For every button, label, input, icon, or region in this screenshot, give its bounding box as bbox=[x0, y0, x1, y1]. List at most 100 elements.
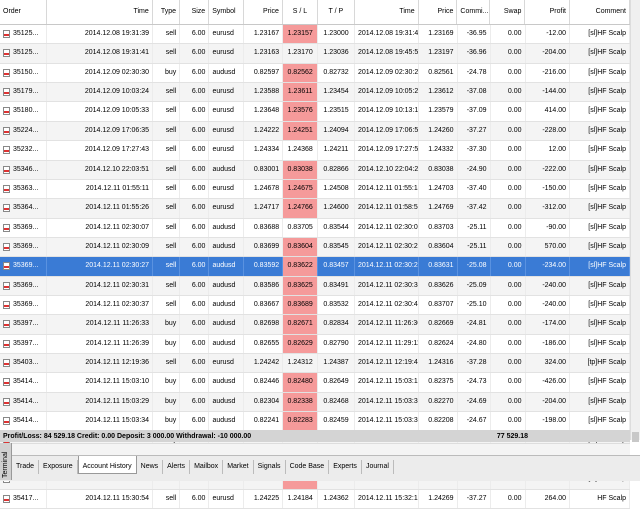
column-header[interactable]: Swap bbox=[490, 0, 526, 24]
cell-size: 6.00 bbox=[180, 276, 210, 296]
table-row[interactable]: 35346... 2014.12.10 22:03:51 sell 6.00 audus… bbox=[0, 160, 631, 180]
trade-icon bbox=[3, 494, 10, 503]
cell-profit: -90.00 bbox=[526, 218, 571, 237]
summary-label: Profit/Loss: 84 529.18 Credit: 0.00 Depo… bbox=[3, 432, 252, 440]
tab-alerts[interactable]: Alerts bbox=[163, 460, 191, 474]
column-header[interactable]: T / P bbox=[318, 0, 355, 24]
column-header[interactable]: S / L bbox=[283, 0, 318, 24]
column-header[interactable]: Time bbox=[355, 0, 419, 24]
cell-comment: [sl]HF Scalp bbox=[570, 199, 631, 218]
table-row[interactable]: 35403... 2014.12.11 12:19:36 sell 6.00 eurus… bbox=[0, 354, 631, 374]
trade-icon bbox=[3, 417, 10, 426]
tab-mailbox[interactable]: Mailbox bbox=[190, 460, 224, 474]
tab-market[interactable]: Market bbox=[223, 460, 254, 474]
table-row[interactable]: 35224... 2014.12.09 17:06:35 sell 6.00 eurus… bbox=[0, 121, 631, 142]
table-row[interactable]: 35414... 2014.12.11 15:03:29 buy 6.00 audusd… bbox=[0, 392, 631, 413]
horizontal-scrollbar[interactable] bbox=[12, 443, 630, 455]
table-row[interactable]: 35363... 2014.12.11 01:55:11 sell 6.00 eurus… bbox=[0, 179, 631, 200]
cell-sl: 0.83622 bbox=[283, 257, 319, 276]
cell-size: 6.00 bbox=[180, 373, 210, 392]
cell-tp: 1.23036 bbox=[318, 44, 355, 63]
cell-time: 2014.12.11 15:30:54 bbox=[47, 489, 154, 508]
column-header[interactable]: Size bbox=[180, 0, 210, 24]
cell-profit: 264.00 bbox=[526, 489, 571, 508]
cell-type: sell bbox=[153, 489, 181, 508]
cell-time: 2014.12.11 12:19:36 bbox=[47, 354, 154, 373]
table-row[interactable]: 35397... 2014.12.11 11:26:33 buy 6.00 audusd… bbox=[0, 315, 631, 335]
table-row[interactable]: 35369... 2014.12.11 02:30:07 sell 6.00 audus… bbox=[0, 218, 631, 238]
table-row[interactable]: 35369... 2014.12.11 02:30:37 sell 6.00 audus… bbox=[0, 296, 631, 316]
cell-tp: 1.24387 bbox=[318, 354, 355, 373]
cell-size: 6.00 bbox=[180, 237, 210, 257]
cell-cprice: 1.24269 bbox=[419, 489, 458, 508]
cell-size: 6.00 bbox=[180, 25, 210, 44]
tab-trade[interactable]: Trade bbox=[12, 460, 40, 474]
table-row[interactable]: 35417... 2014.12.11 15:30:54 sell 6.00 eurus… bbox=[0, 489, 631, 509]
tab-journal[interactable]: Journal bbox=[362, 460, 394, 474]
table-row[interactable]: 35369... 2014.12.11 02:30:09 sell 6.00 audus… bbox=[0, 237, 631, 258]
cell-size: 6.00 bbox=[180, 354, 210, 373]
table-row[interactable]: 35414... 2014.12.11 15:03:34 buy 6.00 audusd… bbox=[0, 412, 631, 432]
column-header[interactable]: Comment bbox=[570, 0, 630, 24]
column-header[interactable]: Type bbox=[153, 0, 181, 24]
cell-comment: [sl]HF Scalp bbox=[570, 160, 631, 179]
table-row[interactable]: 35232... 2014.12.09 17:27:43 sell 6.00 eurus… bbox=[0, 141, 631, 161]
cell-size: 6.00 bbox=[180, 489, 210, 508]
cell-ctime: 2014.12.10 22:04:24 bbox=[355, 160, 419, 179]
table-row[interactable]: 35369... 2014.12.11 02:30:27 sell 6.00 audus… bbox=[0, 257, 631, 277]
cell-tp: 0.82790 bbox=[318, 334, 355, 354]
tab-code-base[interactable]: Code Base bbox=[286, 460, 330, 474]
column-header[interactable]: Time bbox=[47, 0, 153, 24]
table-row[interactable]: 35414... 2014.12.11 15:03:10 buy 6.00 audusd… bbox=[0, 373, 631, 393]
cell-profit: -234.00 bbox=[526, 257, 571, 276]
column-header[interactable]: Price bbox=[244, 0, 283, 24]
cell-cprice: 1.23169 bbox=[419, 25, 458, 44]
table-row[interactable]: 35180... 2014.12.09 10:05:33 sell 6.00 eurus… bbox=[0, 102, 631, 122]
table-row[interactable]: 35179... 2014.12.09 10:03:24 sell 6.00 eurus… bbox=[0, 83, 631, 103]
terminal-side-label[interactable]: Terminal bbox=[0, 443, 12, 480]
tab-account-history[interactable]: Account History bbox=[77, 456, 137, 474]
cell-comment: [tp]HF Scalp bbox=[570, 354, 631, 373]
table-row[interactable]: 35150... 2014.12.09 02:30:30 buy 6.00 audusd… bbox=[0, 63, 631, 84]
vertical-scrollbar[interactable] bbox=[630, 0, 640, 442]
scrollbar-thumb[interactable] bbox=[632, 432, 639, 442]
cell-cprice: 0.82270 bbox=[419, 392, 458, 412]
cell-price: 1.24678 bbox=[244, 179, 284, 199]
cell-time: 2014.12.11 15:03:34 bbox=[47, 412, 154, 431]
column-header[interactable]: Order bbox=[0, 0, 47, 24]
cell-comment: [sl]HF Scalp bbox=[570, 25, 631, 44]
cell-ctime: 2014.12.11 15:03:32 bbox=[355, 412, 419, 431]
column-header[interactable]: Symbol bbox=[209, 0, 245, 24]
cell-tp: 0.83532 bbox=[318, 296, 355, 315]
trade-icon bbox=[3, 30, 10, 38]
cell-type: buy bbox=[153, 315, 181, 334]
table-row[interactable]: 35125... 2014.12.08 19:31:41 sell 6.00 eurus… bbox=[0, 44, 631, 64]
cell-tp: 1.24600 bbox=[318, 199, 355, 218]
column-header[interactable]: Commi... bbox=[457, 0, 491, 24]
table-row[interactable]: 35369... 2014.12.11 02:30:31 sell 6.00 audus… bbox=[0, 276, 631, 297]
cell-symbol: audusd bbox=[209, 160, 245, 179]
tab-exposure[interactable]: Exposure bbox=[39, 460, 78, 474]
tab-signals[interactable]: Signals bbox=[254, 460, 286, 474]
table-row[interactable]: 35125... 2014.12.08 19:31:39 sell 6.00 eurus… bbox=[0, 25, 631, 45]
table-row[interactable]: 35397... 2014.12.11 11:26:39 buy 6.00 audusd… bbox=[0, 334, 631, 355]
cell-swap: 0.00 bbox=[491, 276, 526, 296]
column-header[interactable]: Price bbox=[419, 0, 458, 24]
tab-experts[interactable]: Experts bbox=[329, 460, 362, 474]
cell-time: 2014.12.11 02:30:37 bbox=[47, 296, 154, 315]
column-header[interactable]: Profit bbox=[525, 0, 570, 24]
cell-ctime: 2014.12.09 02:30:28 bbox=[355, 63, 419, 83]
order-number: 35232... bbox=[13, 146, 39, 154]
cell-time: 2014.12.08 19:31:41 bbox=[47, 44, 154, 63]
cell-type: buy bbox=[153, 63, 181, 83]
cell-order: 35414... bbox=[0, 373, 47, 392]
cell-tp: 1.24508 bbox=[318, 179, 355, 199]
cell-cprice: 0.83626 bbox=[419, 276, 458, 296]
cell-tp: 0.82866 bbox=[318, 160, 355, 179]
table-row[interactable]: 35364... 2014.12.11 01:55:26 sell 6.00 eurus… bbox=[0, 199, 631, 219]
cell-comm: -37.40 bbox=[458, 179, 491, 199]
cell-order: 35150... bbox=[0, 63, 47, 83]
cell-size: 6.00 bbox=[180, 179, 210, 199]
tab-news[interactable]: News bbox=[137, 460, 164, 474]
cell-comment: [sl]HF Scalp bbox=[570, 257, 631, 276]
